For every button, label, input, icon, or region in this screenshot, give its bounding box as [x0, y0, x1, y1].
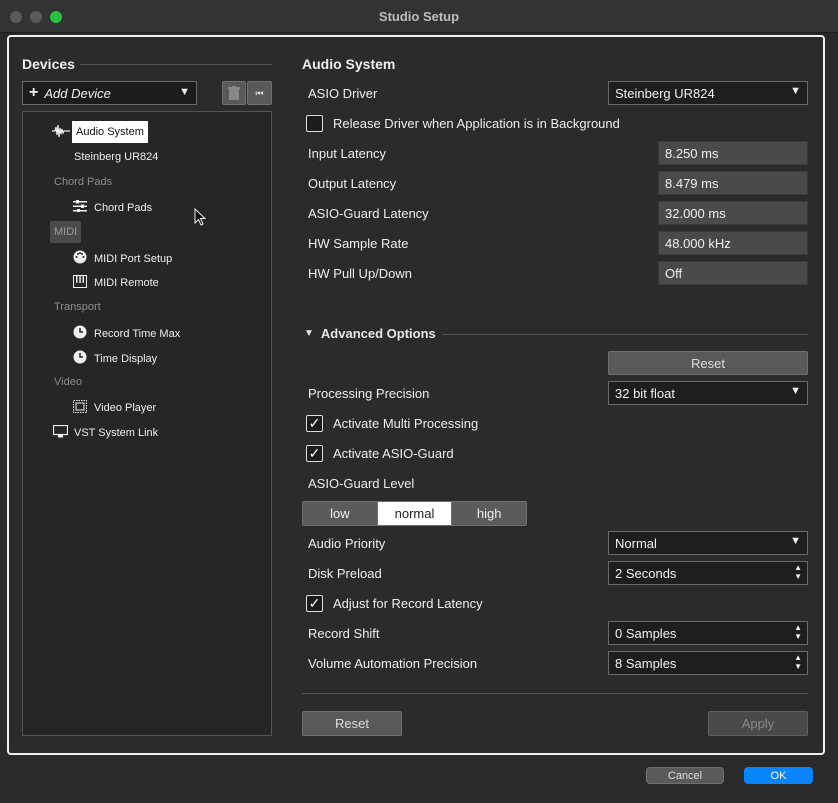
tree-category-video: Video	[54, 376, 82, 388]
tree-item-steinberg-ur824[interactable]: Steinberg UR824	[74, 151, 158, 163]
title-bar: Studio Setup	[0, 0, 838, 33]
tree-item-audio-system[interactable]: Audio System	[52, 121, 148, 143]
trash-icon	[228, 86, 240, 100]
disk-preload-stepper[interactable]: 2 Seconds ▲ ▼	[608, 561, 808, 585]
tree-item-vst-system-link[interactable]: VST System Link	[52, 424, 158, 441]
keyboard-icon	[72, 275, 88, 291]
tree-item-record-time-max[interactable]: Record Time Max	[72, 325, 180, 342]
tree-item-video-player[interactable]: Video Player	[72, 400, 156, 416]
mouse-pointer-icon	[194, 208, 206, 226]
multi-processing-checkbox[interactable]: ✓	[306, 415, 323, 432]
midi-port-icon	[72, 250, 88, 267]
tree-item-time-display[interactable]: Time Display	[72, 350, 157, 367]
record-shift-stepper[interactable]: 0 Samples ▲ ▼	[608, 621, 808, 645]
reset-device-button[interactable]: ⏮	[247, 81, 272, 105]
cancel-button[interactable]: Cancel	[646, 767, 724, 784]
output-latency-value: 8.479 ms	[658, 171, 808, 195]
divider	[80, 64, 272, 65]
tree-item-label: Audio System	[72, 121, 148, 143]
asio-guard-latency-value: 32.000 ms	[658, 201, 808, 225]
add-device-dropdown[interactable]: + Add Device ▼	[22, 81, 197, 105]
level-low-button[interactable]: low	[303, 502, 378, 525]
clock-icon	[72, 350, 88, 367]
audio-priority-dropdown[interactable]: Normal ▼	[608, 531, 808, 555]
asio-driver-label: ASIO Driver	[308, 86, 378, 101]
volume-automation-stepper[interactable]: 8 Samples ▲ ▼	[608, 651, 808, 675]
asio-guard-level-label: ASIO-Guard Level	[308, 476, 415, 491]
stepper-arrows-icon[interactable]: ▲ ▼	[794, 653, 802, 671]
checkmark-icon: ✓	[308, 415, 321, 431]
tree-item-midi-port-setup[interactable]: MIDI Port Setup	[72, 250, 172, 267]
rewind-icon: ⏮	[255, 87, 264, 98]
devices-heading: Devices	[22, 56, 75, 72]
tree-item-chord-pads[interactable]: Chord Pads	[72, 200, 152, 215]
chevron-down-icon: ▼	[790, 535, 801, 547]
divider	[302, 693, 808, 694]
level-normal-button[interactable]: normal	[377, 502, 453, 525]
delete-device-button[interactable]	[222, 81, 246, 105]
asio-guard-label: Activate ASIO-Guard	[333, 446, 454, 461]
release-driver-checkbox[interactable]	[306, 115, 323, 132]
adjust-record-latency-checkbox[interactable]: ✓	[306, 595, 323, 612]
film-icon	[72, 400, 88, 416]
plus-icon: +	[29, 84, 39, 101]
input-latency-label: Input Latency	[308, 146, 387, 161]
volume-automation-label: Volume Automation Precision	[308, 656, 478, 671]
triangle-down-icon: ▼	[304, 328, 314, 339]
apply-button[interactable]: Apply	[708, 711, 808, 736]
sliders-icon	[72, 200, 88, 215]
tree-item-midi-remote[interactable]: MIDI Remote	[72, 275, 159, 291]
output-latency-label: Output Latency	[308, 176, 397, 191]
advanced-reset-button[interactable]: Reset	[608, 351, 808, 375]
chevron-down-icon: ▼	[790, 385, 801, 397]
level-high-button[interactable]: high	[452, 502, 526, 525]
divider	[443, 334, 808, 335]
checkmark-icon: ✓	[308, 595, 321, 611]
stepper-arrows-icon[interactable]: ▲ ▼	[794, 563, 802, 581]
asio-guard-checkbox[interactable]: ✓	[306, 445, 323, 462]
hw-pull-value: Off	[658, 261, 808, 285]
audio-system-heading: Audio System	[302, 56, 396, 72]
adjust-record-latency-label: Adjust for Record Latency	[333, 596, 483, 611]
chevron-down-icon: ▼	[179, 86, 190, 98]
checkmark-icon: ✓	[308, 445, 321, 461]
reset-button[interactable]: Reset	[302, 711, 402, 736]
multi-processing-label: Activate Multi Processing	[333, 416, 479, 431]
waveform-icon	[52, 124, 70, 140]
disk-preload-label: Disk Preload	[308, 566, 382, 581]
record-shift-label: Record Shift	[308, 626, 380, 641]
tree-category-midi: MIDI	[50, 221, 82, 243]
ok-button[interactable]: OK	[744, 767, 813, 784]
advanced-options-toggle[interactable]: ▼ Advanced Options	[304, 326, 436, 341]
hw-sample-rate-value: 48.000 kHz	[658, 231, 808, 255]
tree-category-chord-pads: Chord Pads	[54, 176, 113, 188]
clock-icon	[72, 325, 88, 342]
monitor-icon	[52, 424, 68, 441]
processing-precision-dropdown[interactable]: 32 bit float ▼	[608, 381, 808, 405]
input-latency-value: 8.250 ms	[658, 141, 808, 165]
tree-category-transport: Transport	[54, 301, 101, 313]
asio-driver-dropdown[interactable]: Steinberg UR824 ▼	[608, 81, 808, 105]
stepper-arrows-icon[interactable]: ▲ ▼	[794, 623, 802, 641]
hw-pull-label: HW Pull Up/Down	[308, 266, 413, 281]
chevron-down-icon: ▼	[790, 85, 801, 97]
audio-priority-label: Audio Priority	[308, 536, 386, 551]
hw-sample-rate-label: HW Sample Rate	[308, 236, 409, 251]
window-title: Studio Setup	[378, 9, 460, 24]
asio-guard-latency-label: ASIO-Guard Latency	[308, 206, 429, 221]
release-driver-label: Release Driver when Application is in Ba…	[333, 116, 620, 131]
processing-precision-label: Processing Precision	[308, 386, 430, 401]
asio-guard-level-selector: low normal high	[302, 501, 527, 526]
